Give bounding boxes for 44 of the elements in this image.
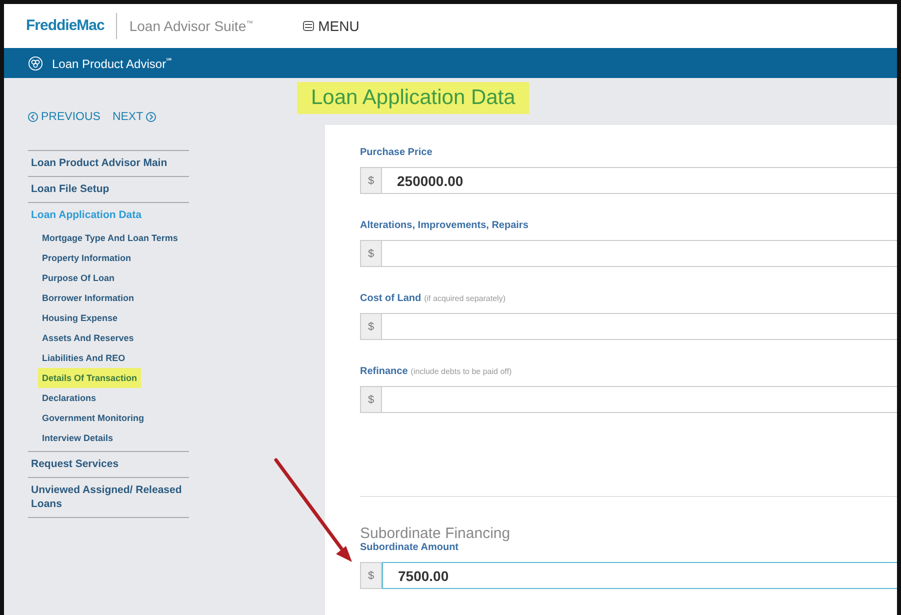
field-label: Alterations, Improvements, Repairs	[360, 220, 530, 231]
menu-icon	[303, 21, 314, 31]
sidebar-subitem[interactable]: Liabilities And REO	[38, 348, 130, 368]
menu-button[interactable]: MENU	[303, 18, 360, 34]
product-name: Loan Advisor Suite$^{™}$	[129, 18, 254, 34]
chevron-left-icon	[28, 112, 38, 122]
section-heading: Subordinate Financing	[360, 525, 512, 542]
sidebar-subitem[interactable]: Borrower Information	[38, 288, 138, 308]
field-hint: (if acquired separately)	[424, 294, 506, 303]
field-label: Purchase Price	[360, 147, 434, 158]
sidebar-subitem[interactable]: Property Information	[38, 248, 136, 268]
brand-logo: FreddieMac	[26, 13, 118, 39]
currency-prefix: $	[360, 562, 382, 589]
sidebar-item[interactable]: Request Services	[28, 452, 189, 478]
currency-prefix: $	[360, 386, 382, 413]
previous-link[interactable]: PREVIOUS	[28, 96, 100, 138]
field-label: Refinance (include debts to be paid off)	[360, 366, 513, 377]
chevron-right-icon	[146, 112, 156, 122]
field-label: Cost of Land (if acquired separately)	[360, 293, 506, 304]
amount-field[interactable]	[382, 240, 897, 267]
sidebar-subitem[interactable]: Purpose Of Loan	[38, 268, 119, 288]
sidebar-subitem[interactable]: Details Of Transaction	[38, 368, 142, 388]
amount-field[interactable]: 7500.00	[382, 562, 897, 589]
field-hint: (include debts to be paid off)	[410, 367, 512, 376]
next-link[interactable]: NEXT	[112, 96, 156, 138]
app-title: Loan Product Advisor$^{℠}$	[52, 56, 172, 70]
currency-prefix: $	[360, 240, 382, 267]
amount-field[interactable]	[382, 386, 897, 413]
sidebar-subitem[interactable]: Housing Expense	[38, 308, 122, 328]
sidebar-subitem[interactable]: Interview Details	[38, 428, 118, 448]
field-label: Subordinate Amount	[360, 542, 460, 553]
sidebar-subitem[interactable]: Government Monitoring	[38, 408, 148, 428]
sidebar-item[interactable]: Loan File Setup	[28, 177, 189, 203]
sidebar-subitem[interactable]: Mortgage Type And Loan Terms	[38, 228, 182, 248]
currency-prefix: $	[360, 167, 382, 194]
sidebar-item[interactable]: Unviewed Assigned/ Released Loans	[28, 478, 189, 518]
clover-icon	[28, 56, 43, 70]
amount-field[interactable]	[382, 313, 897, 340]
sidebar-subitem[interactable]: Declarations	[38, 388, 100, 408]
page-title: Loan Application Data	[297, 82, 530, 114]
sidebar-subitem[interactable]: Assets And Reserves	[38, 328, 138, 348]
sidebar-item[interactable]: Loan Product Advisor Main	[28, 151, 189, 177]
amount-field[interactable]: 250000.00	[382, 167, 897, 194]
currency-prefix: $	[360, 313, 382, 340]
